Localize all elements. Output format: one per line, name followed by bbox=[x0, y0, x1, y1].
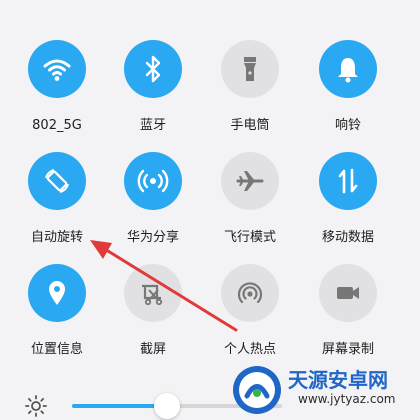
tile-airplane-mode[interactable]: 飞行模式 bbox=[205, 152, 295, 245]
screenshot-toggle[interactable] bbox=[124, 264, 182, 322]
ring-toggle[interactable] bbox=[319, 40, 377, 98]
airplane-icon bbox=[236, 171, 264, 191]
tile-auto-rotate[interactable]: 自动旋转 bbox=[12, 152, 102, 245]
tile-label: 个人热点 bbox=[223, 342, 276, 357]
hotspot-icon bbox=[237, 282, 263, 304]
tile-location[interactable]: 位置信息 bbox=[12, 264, 102, 357]
screenshot-icon bbox=[142, 284, 163, 306]
tile-screen-record[interactable]: 屏幕录制 bbox=[303, 264, 393, 357]
screen-record-toggle[interactable] bbox=[319, 264, 377, 322]
tile-flashlight[interactable]: 手电筒 bbox=[205, 40, 295, 133]
location-icon bbox=[49, 281, 65, 305]
hotspot-toggle[interactable] bbox=[221, 264, 279, 322]
sun-icon bbox=[25, 395, 47, 417]
tile-mobile-data[interactable]: 移动数据 bbox=[303, 152, 393, 245]
bluetooth-toggle[interactable] bbox=[124, 40, 182, 98]
tile-label: 飞行模式 bbox=[223, 230, 276, 245]
tile-label: 响铃 bbox=[334, 118, 361, 133]
tile-label: 自动旋转 bbox=[30, 230, 83, 245]
tile-label: 移动数据 bbox=[321, 230, 374, 245]
tile-label: 802_5G bbox=[32, 118, 82, 133]
huawei-share-toggle[interactable] bbox=[124, 152, 182, 210]
tile-label: 华为分享 bbox=[126, 230, 179, 245]
tile-hotspot[interactable]: 个人热点 bbox=[205, 264, 295, 357]
auto-rotate-icon bbox=[45, 169, 69, 193]
watermark-logo-icon bbox=[233, 366, 281, 414]
airplane-mode-toggle[interactable] bbox=[221, 152, 279, 210]
tile-ring[interactable]: 响铃 bbox=[303, 40, 393, 133]
tile-huawei-share[interactable]: 华为分享 bbox=[108, 152, 198, 245]
bell-icon bbox=[338, 58, 358, 83]
wifi-icon bbox=[43, 59, 71, 81]
location-toggle[interactable] bbox=[28, 264, 86, 322]
tile-label: 手电筒 bbox=[230, 118, 270, 133]
flashlight-toggle[interactable] bbox=[221, 40, 279, 98]
flashlight-icon bbox=[244, 57, 256, 81]
watermark-url: www.jytyaz.com bbox=[298, 392, 396, 406]
brightness-thumb[interactable] bbox=[153, 393, 180, 419]
watermark: 天源安卓网 www.jytyaz.com bbox=[228, 360, 420, 420]
brightness-fill bbox=[72, 404, 167, 408]
watermark-title: 天源安卓网 bbox=[288, 368, 388, 392]
screen-record-icon bbox=[337, 287, 359, 299]
auto-rotate-toggle[interactable] bbox=[28, 152, 86, 210]
tile-wifi[interactable]: 802_5G bbox=[12, 40, 102, 133]
tile-screenshot[interactable]: 截屏 bbox=[108, 264, 198, 357]
mobile-data-icon bbox=[338, 168, 358, 194]
tile-bluetooth[interactable]: 蓝牙 bbox=[108, 40, 198, 133]
tile-label: 截屏 bbox=[139, 342, 166, 357]
wifi-toggle[interactable] bbox=[28, 40, 86, 98]
bluetooth-icon bbox=[145, 55, 161, 83]
share-icon bbox=[137, 169, 169, 193]
tile-label: 位置信息 bbox=[30, 342, 83, 357]
tile-label: 蓝牙 bbox=[139, 118, 166, 133]
tile-label: 屏幕录制 bbox=[321, 342, 374, 357]
mobile-data-toggle[interactable] bbox=[319, 152, 377, 210]
